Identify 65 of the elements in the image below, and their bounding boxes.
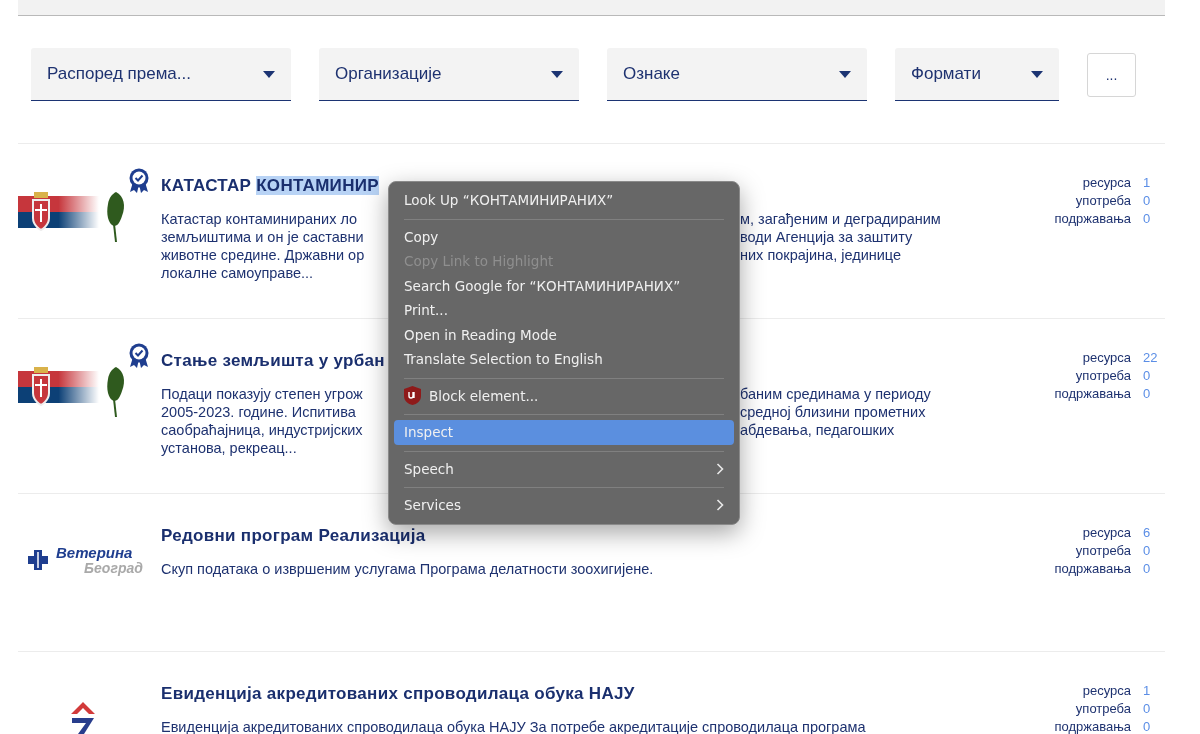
stat-value: 0 <box>1143 700 1152 718</box>
stat-label: ресурса <box>1081 682 1131 700</box>
caret-icon <box>551 70 563 78</box>
menu-item[interactable]: Services <box>394 493 734 518</box>
stat-label: подржавања <box>1054 210 1131 228</box>
shield-icon <box>404 386 421 406</box>
stat-value: 6 <box>1143 524 1152 542</box>
stat-value: 22 <box>1143 349 1159 367</box>
stat-value: 0 <box>1143 542 1152 560</box>
filter-dropdown[interactable]: Распоред према... <box>31 48 291 101</box>
description-text: них покрајина, јединице <box>740 246 902 264</box>
stat-label: ресурса <box>1081 349 1131 367</box>
description-text: саобраћајница, индустријских <box>161 422 363 438</box>
description-text: Скуп података о извршеним услугама Програма делатности зоохигијене. <box>161 561 654 577</box>
description-text: баним срединама у периоду <box>740 385 931 403</box>
stat-label: употреба <box>1074 700 1131 718</box>
dataset-title[interactable]: Стање земљишта у урбан <box>161 349 385 373</box>
stat-value: 1 <box>1143 174 1152 192</box>
description-text: средној близини прометних <box>740 403 926 421</box>
description-text: Катастар контаминираних ло <box>161 211 358 227</box>
menu-item[interactable]: Inspect <box>394 420 734 445</box>
menu-item[interactable]: Look Up “КОНТАМИНИРАНИХ” <box>394 188 734 213</box>
caret-icon <box>263 70 275 78</box>
stat-value: 0 <box>1143 385 1152 403</box>
stat-label: ресурса <box>1081 174 1131 192</box>
stat-value: 0 <box>1143 718 1152 734</box>
stat-label: подржавања <box>1054 385 1131 403</box>
description-text: установа, рекреац... <box>161 440 297 456</box>
description-text: 2005-2023. године. Испитива <box>161 404 356 420</box>
stat-value: 0 <box>1143 210 1152 228</box>
description-text: земљиштима и он је саставни <box>161 229 364 245</box>
dataset-title[interactable]: Редовни програм Реализација <box>161 524 426 548</box>
stat-label: употреба <box>1074 367 1131 385</box>
stat-value: 0 <box>1143 192 1152 210</box>
stat-label: употреба <box>1074 542 1131 560</box>
chevron-right-icon <box>716 462 724 475</box>
menu-item[interactable]: Speech <box>394 456 734 481</box>
menu-item[interactable]: Copy <box>394 224 734 249</box>
description-text: локалне самоуправе... <box>161 265 314 281</box>
menu-item[interactable]: Translate Selection to English <box>394 347 734 372</box>
menu-item[interactable]: Open in Reading Mode <box>394 322 734 347</box>
description-text: м, загађеним и деградираним <box>740 210 941 228</box>
dataset-title[interactable]: КАТАСТАР КОНТАМИНИР <box>161 174 379 198</box>
caret-icon <box>1031 70 1043 78</box>
filter-dropdown[interactable]: Организације <box>319 48 579 101</box>
description-text: води Агенција за заштиту <box>740 228 913 246</box>
caret-icon <box>839 70 851 78</box>
menu-item[interactable]: Print... <box>394 298 734 323</box>
menu-item[interactable]: Search Google for “КОНТАМИНИРАНИХ” <box>394 273 734 298</box>
chevron-right-icon <box>716 499 724 512</box>
stat-label: ресурса <box>1081 524 1131 542</box>
description-text: абдевања, педагошких <box>740 421 895 439</box>
more-button[interactable]: ... <box>1087 52 1136 97</box>
stat-label: подржавања <box>1054 718 1131 734</box>
stat-value: 1 <box>1143 682 1152 700</box>
menu-item[interactable]: Block element... <box>394 383 734 408</box>
dataset-title[interactable]: Евиденција акредитованих спроводилаца обука НАЈУ <box>161 682 635 706</box>
stat-value: 0 <box>1143 560 1152 578</box>
stat-value: 0 <box>1143 367 1152 385</box>
stat-label: подржавања <box>1054 560 1131 578</box>
description-text: животне средине. Државни ор <box>161 247 365 263</box>
filter-dropdown[interactable]: Формати <box>895 48 1059 101</box>
stat-label: употреба <box>1074 192 1131 210</box>
filter-dropdown[interactable]: Ознаке <box>607 48 867 101</box>
description-text: Подаци показују степен угрож <box>161 386 363 402</box>
